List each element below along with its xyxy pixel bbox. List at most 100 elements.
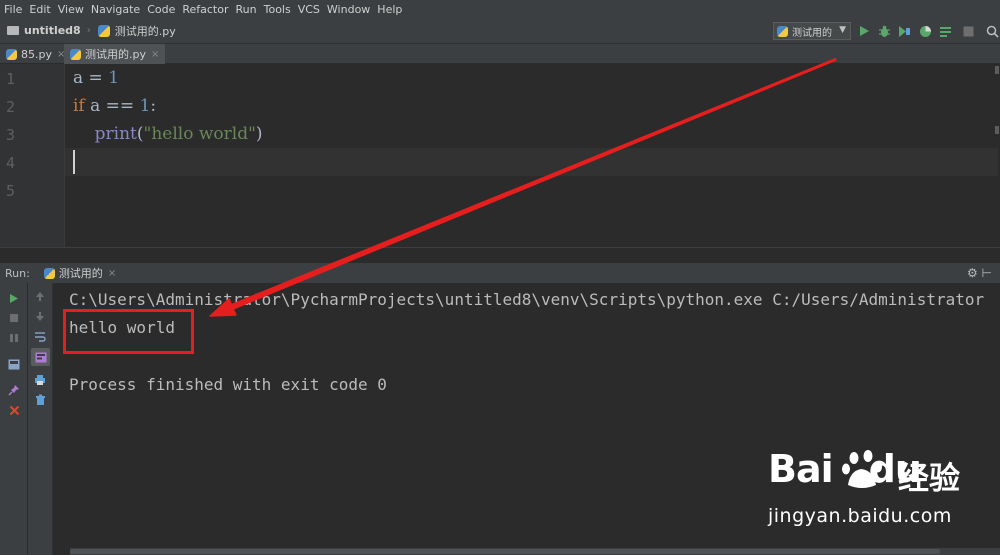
arrow-down-icon: [36, 311, 44, 321]
code-editor[interactable]: 1 2 3 4 5 a = 1 if a == 1: print("hello …: [0, 64, 1000, 247]
code-token: =: [83, 68, 109, 88]
run-with-coverage-button[interactable]: [897, 24, 911, 38]
breadcrumb-project[interactable]: untitled8: [7, 24, 81, 37]
stop-icon: [10, 314, 18, 322]
dump-icon: [8, 359, 20, 369]
panel-splitter[interactable]: [0, 247, 1000, 263]
run-tab-label: 测试用的: [58, 267, 103, 280]
dump-threads-button[interactable]: [7, 357, 21, 371]
menu-bar: File Edit View Navigate Code Refactor Ru…: [0, 0, 1000, 18]
run-panel-label: Run:: [5, 266, 30, 280]
menu-vcs[interactable]: VCS: [298, 3, 320, 16]
watermark-url: jingyan.baidu.com: [768, 505, 952, 527]
scroll-to-end-icon: [35, 352, 46, 362]
code-token-string: "hello world": [143, 124, 256, 144]
line-number: 4: [6, 154, 16, 172]
navigation-bar: untitled8 › 测试用的.py 测试用的 ▼: [0, 18, 1000, 44]
coverage-icon: [898, 25, 910, 37]
debug-button[interactable]: [877, 24, 891, 38]
console-command-line: C:\Users\Administrator\PycharmProjects\u…: [69, 290, 985, 309]
python-file-icon: [6, 48, 17, 60]
menu-navigate[interactable]: Navigate: [91, 3, 140, 16]
run-icon: [10, 293, 18, 303]
scrollbar-thumb[interactable]: [70, 549, 940, 554]
breadcrumb-file[interactable]: 测试用的.py: [97, 23, 176, 39]
python-file-icon: [777, 25, 788, 37]
profile-button[interactable]: [918, 24, 932, 38]
code-token-builtin: print: [94, 124, 137, 144]
run-button[interactable]: [857, 24, 871, 38]
menu-view[interactable]: View: [58, 3, 84, 16]
breadcrumb-file-label: 测试用的.py: [114, 24, 176, 38]
chevron-down-icon: ▼: [839, 25, 846, 35]
stop-button[interactable]: [7, 311, 21, 325]
tab-label: 测试用的.py: [85, 48, 146, 61]
python-file-icon: [43, 267, 55, 279]
concurrency-diagram-button[interactable]: [938, 24, 952, 38]
print-icon: [35, 375, 45, 385]
line-number-gutter: 1 2 3 4 5: [0, 64, 65, 247]
baidu-jingyan-watermark: Bai du 经验 jingyan.baidu.com: [768, 447, 996, 537]
pin-icon: [8, 385, 19, 396]
menu-edit[interactable]: Edit: [29, 3, 50, 16]
arrow-up-icon: [36, 291, 44, 301]
code-token-number: 1: [108, 68, 120, 88]
code-line-1: a = 1: [73, 68, 119, 88]
line-number: 1: [6, 70, 16, 88]
code-token: ): [255, 124, 263, 144]
menu-run[interactable]: Run: [236, 3, 257, 16]
rerun-button[interactable]: [7, 291, 21, 305]
menu-tools[interactable]: Tools: [264, 3, 291, 16]
code-token-number: 1: [139, 96, 151, 116]
scroll-to-end-button[interactable]: [31, 348, 50, 366]
pause-button[interactable]: [7, 331, 21, 345]
code-line-2: if a == 1:: [73, 96, 156, 116]
tab-85-py[interactable]: 85.py ×: [0, 44, 71, 64]
editor-tabs: 85.py × 测试用的.py ×: [0, 44, 1000, 64]
run-icon: [859, 26, 869, 36]
watermark-cn-text: 经验: [898, 461, 960, 497]
run-panel-header: Run: 测试用的 × ⚙ ⊢: [0, 263, 1000, 283]
pause-icon: [10, 334, 18, 342]
run-tab[interactable]: 测试用的 ×: [43, 265, 116, 281]
scroll-down-button[interactable]: [33, 309, 47, 323]
menu-refactor[interactable]: Refactor: [182, 3, 228, 16]
tab-ceshiyongde-py[interactable]: 测试用的.py ×: [64, 44, 166, 64]
code-token: :: [150, 96, 157, 116]
code-token-keyword: if: [73, 96, 85, 116]
menu-code[interactable]: Code: [147, 3, 175, 16]
breadcrumb-separator: ›: [86, 25, 91, 36]
text-caret: [73, 150, 75, 174]
console-horizontal-scrollbar[interactable]: [70, 548, 1000, 555]
menu-file[interactable]: File: [4, 3, 22, 16]
menu-help[interactable]: Help: [377, 3, 402, 16]
gear-icon[interactable]: ⚙ ⊢: [967, 266, 992, 280]
close-run-button[interactable]: [7, 403, 21, 417]
code-token: a: [73, 68, 84, 88]
scroll-marker: [995, 126, 999, 134]
run-configuration-select[interactable]: 测试用的 ▼: [773, 22, 851, 40]
menu-window[interactable]: Window: [327, 3, 370, 16]
clear-all-button[interactable]: [33, 393, 47, 407]
close-icon: [9, 405, 19, 415]
breadcrumb-project-label: untitled8: [24, 24, 81, 37]
scroll-up-button[interactable]: [33, 289, 47, 303]
close-icon[interactable]: ×: [108, 268, 116, 279]
profile-icon: [919, 25, 931, 37]
soft-wrap-button[interactable]: [33, 329, 47, 343]
search-everywhere-button[interactable]: [985, 24, 999, 38]
paw-icon: [842, 450, 882, 488]
run-toolbar-secondary: [28, 283, 53, 555]
folder-icon: [7, 26, 19, 35]
soft-wrap-icon: [35, 331, 46, 342]
code-line-3: print("hello world"): [73, 124, 263, 144]
debug-icon: [878, 25, 890, 37]
annotation-highlight-box: [63, 309, 194, 354]
python-file-icon: [70, 48, 81, 60]
print-button[interactable]: [33, 373, 47, 387]
line-number: 2: [6, 98, 16, 116]
pin-tab-button[interactable]: [7, 383, 21, 397]
close-icon[interactable]: ×: [151, 49, 159, 60]
python-file-icon: [97, 24, 110, 37]
stop-button[interactable]: [961, 24, 975, 38]
